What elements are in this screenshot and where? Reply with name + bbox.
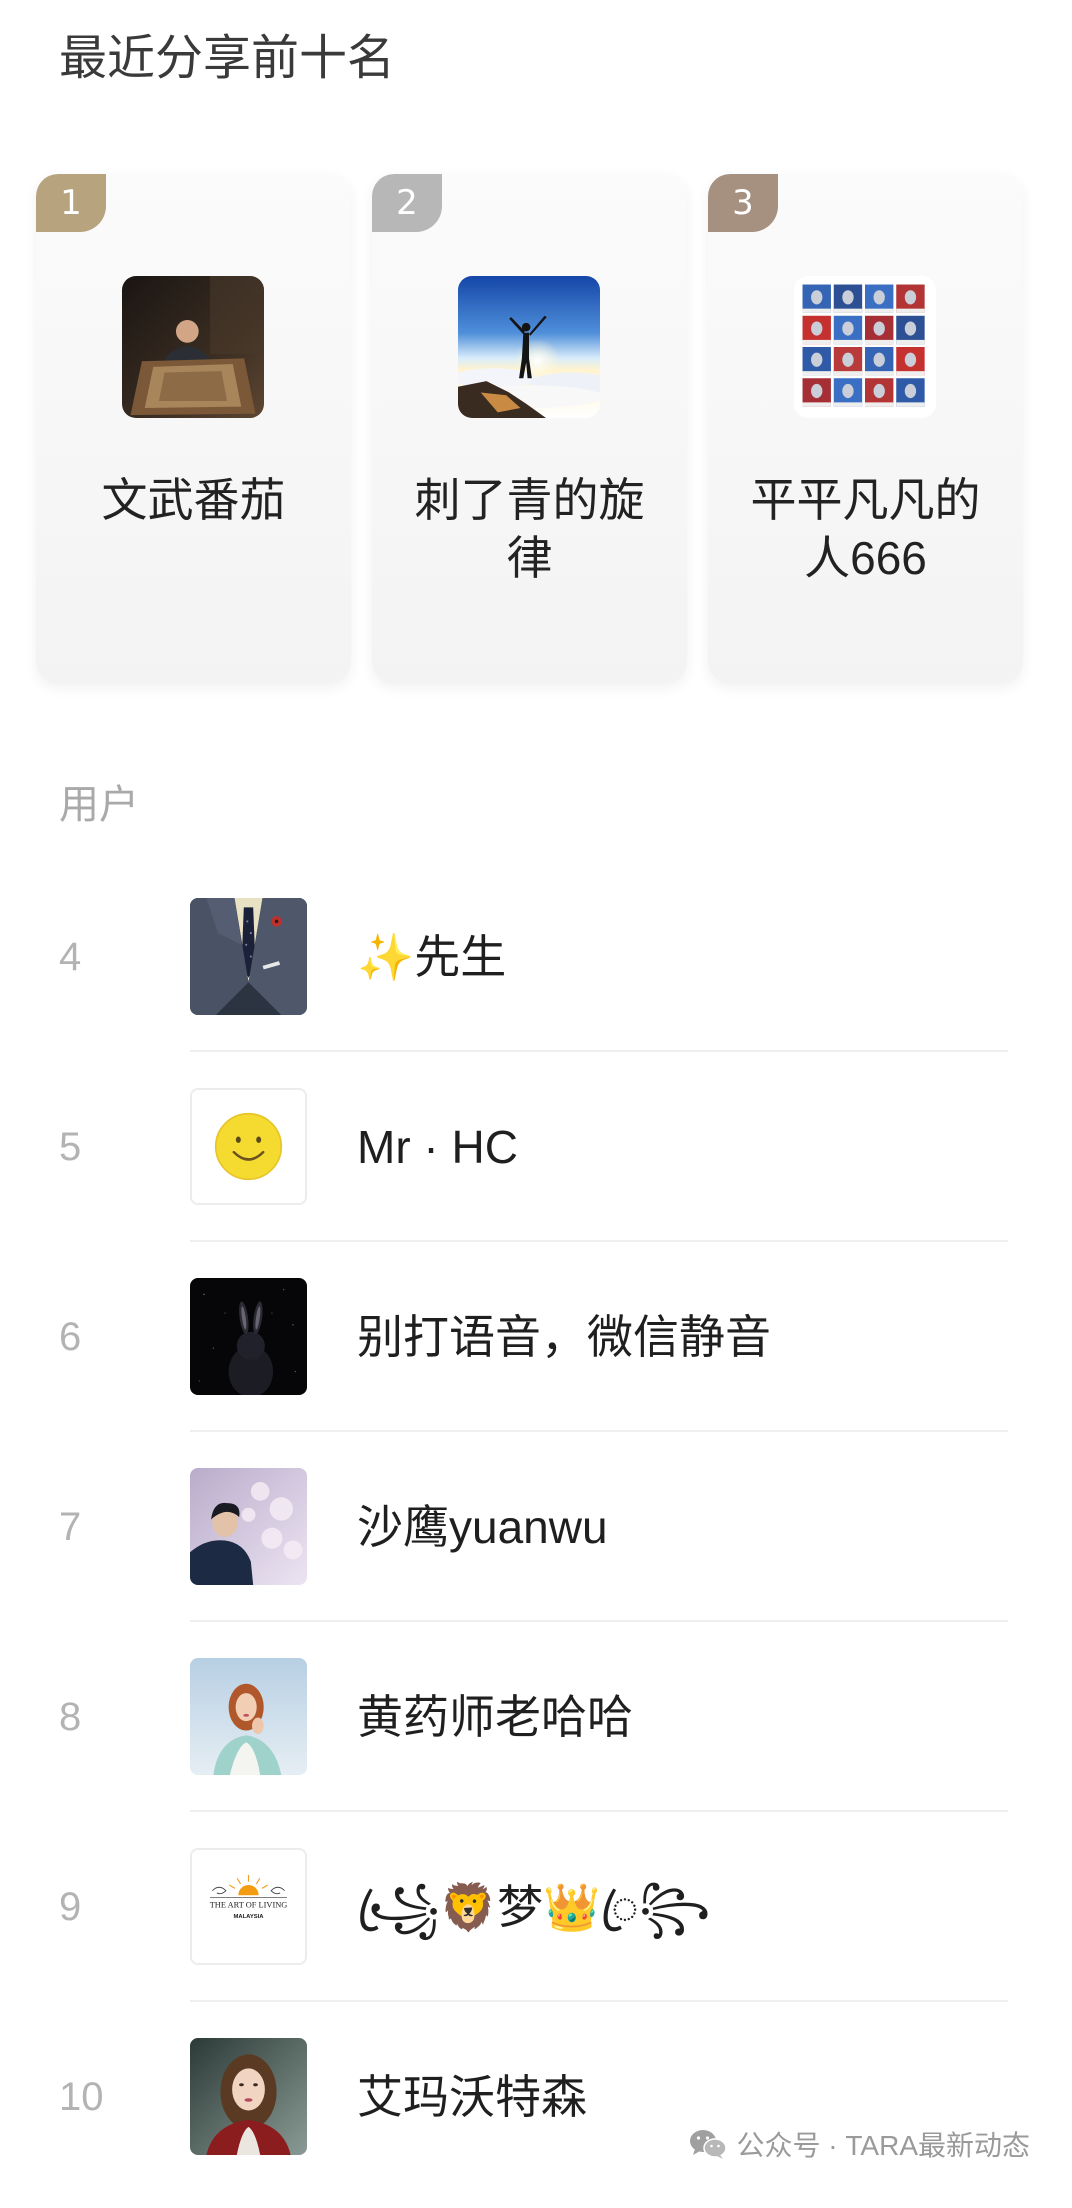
user-name: ✨先生 (357, 931, 507, 983)
user-name: 艾玛沃特森 (357, 2071, 587, 2123)
list-item[interactable]: 8 黄药师老哈哈 (0, 1622, 1072, 1812)
rank-number: 9 (59, 1885, 82, 1929)
section-label-users: 用户 (59, 783, 139, 827)
list-item[interactable]: 6 别打语音，微信静音 (0, 1242, 1072, 1432)
user-name: 别打语音，微信静音 (357, 1311, 771, 1363)
wechat-icon (689, 2130, 727, 2159)
top-card-3[interactable]: 3 平平凡凡的人666 (708, 174, 1023, 684)
avatar-art-of-living-logo: THE ART OF LIVING MALAYSIA (190, 1848, 307, 1965)
logo-line-2: MALAYSIA (233, 1914, 264, 1920)
rank-number: 10 (59, 2075, 104, 2119)
rank-number: 8 (59, 1695, 82, 1739)
rank-number: 7 (59, 1505, 82, 1549)
user-name: 黄药师老哈哈 (357, 1691, 633, 1743)
card-name-2: 刺了青的旋律 (414, 474, 645, 584)
rank-number: 4 (59, 935, 82, 979)
watermark: 公众号 · TARA最新动态 (689, 2124, 1030, 2164)
list-item[interactable]: 9 THE ART OF LIVING MALAYSIA ꧁ꦿ🦁梦👑ꦿ꧂ (0, 1812, 1072, 2002)
watermark-text: 公众号 · TARA最新动态 (736, 2130, 1030, 2161)
card-name-1: 文武番茄 (101, 474, 286, 526)
card-name-3: 平平凡凡的人666 (750, 474, 981, 584)
rank-number: 6 (59, 1315, 82, 1359)
avatar (190, 1658, 307, 1775)
page-title: 最近分享前十名 (59, 32, 396, 85)
top-card-2[interactable]: 2 刺了青的旋律 (372, 174, 687, 684)
list-item[interactable]: 5 Mr · HC (0, 1052, 1072, 1242)
user-list: 4 ✨先生 5 Mr · HC 6 别打语音，微信静音 7 沙鹰yuanwu 8… (0, 862, 1072, 2192)
list-item[interactable]: 7 沙鹰yuanwu (0, 1432, 1072, 1622)
rank-number: 5 (59, 1125, 82, 1169)
avatar (190, 2038, 307, 2155)
rank-badge-1: 1 (36, 174, 106, 232)
list-item[interactable]: 4 ✨先生 (0, 862, 1072, 1052)
avatar (190, 1088, 307, 1205)
user-name: ꧁ꦿ🦁梦👑ꦿ꧂ (357, 1881, 711, 1933)
logo-line-1: THE ART OF LIVING (210, 1901, 288, 1910)
user-name: 沙鹰yuanwu (357, 1501, 608, 1553)
top-card-1[interactable]: 1 文武番茄 (36, 174, 351, 684)
user-name: Mr · HC (357, 1121, 518, 1173)
avatar (190, 1468, 307, 1585)
rank-badge-3: 3 (708, 174, 778, 232)
avatar (190, 1278, 307, 1395)
card-avatar-3 (794, 276, 936, 418)
top-three-cards: 1 文武番茄 2 刺了青的旋律 3 平平凡凡的人666 (36, 174, 1023, 684)
ranking-page: 最近分享前十名 1 文武番茄 2 刺了青的旋律 3 平平凡凡的人666 用户 4… (0, 0, 1072, 2208)
rank-badge-2: 2 (372, 174, 442, 232)
card-avatar-1 (122, 276, 264, 418)
avatar (190, 898, 307, 1015)
card-avatar-2 (458, 276, 600, 418)
